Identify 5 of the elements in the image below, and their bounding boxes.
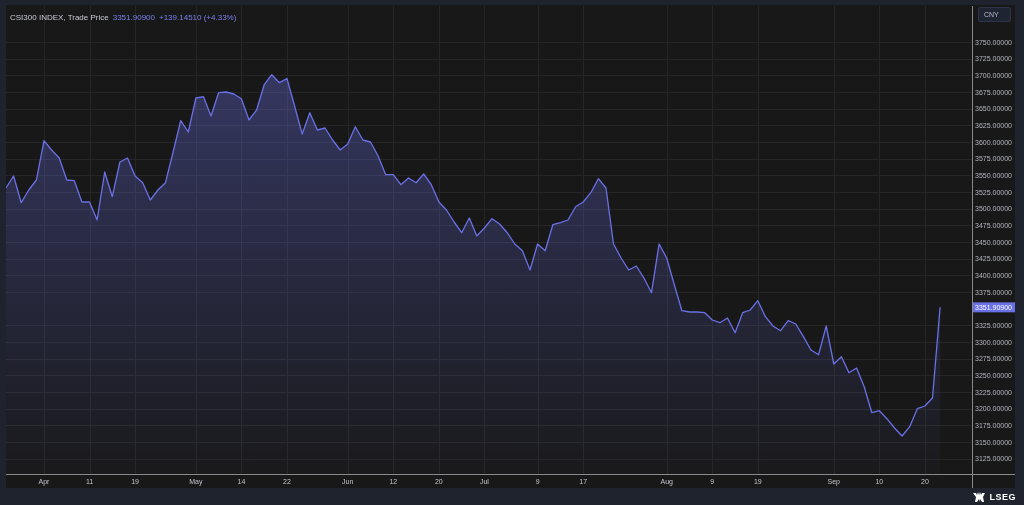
logo-icon	[973, 491, 987, 502]
brand-logo-text: LSEG	[989, 491, 1016, 502]
instrument-label: CSI300 INDEX, Trade Price	[10, 13, 109, 22]
price-value: 3351.90900	[112, 13, 155, 22]
price-change: +139.14510 (+4.33%)	[159, 13, 237, 22]
